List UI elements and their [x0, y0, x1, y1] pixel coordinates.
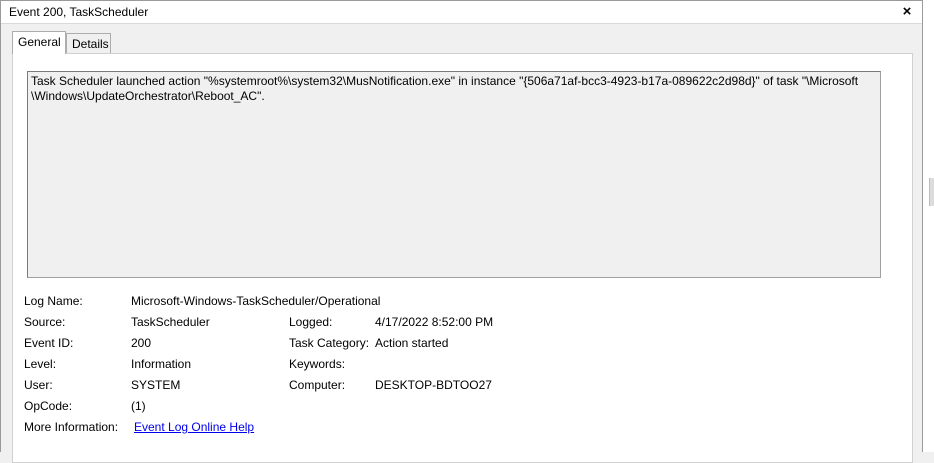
tab-general[interactable]: General [12, 31, 66, 54]
tab-details-label: Details [72, 37, 109, 51]
tab-details[interactable]: Details [66, 33, 111, 53]
task-category-label: Task Category: [289, 336, 370, 350]
tab-general-label: General [18, 35, 61, 49]
event-id-label: Event ID: [24, 336, 74, 350]
event-properties-window: Event 200, TaskScheduler × General Detai… [0, 0, 923, 463]
event-log-online-help-link[interactable]: Event Log Online Help [134, 420, 254, 434]
more-info-label: More Information: [24, 420, 119, 434]
background-scroll-mark [929, 178, 934, 206]
source-label: Source: [24, 315, 66, 329]
source-value: TaskScheduler [131, 315, 210, 329]
window-title: Event 200, TaskScheduler [9, 5, 149, 19]
general-panel: Task Scheduler launched action "%systemr… [12, 53, 913, 463]
computer-label: Computer: [289, 378, 346, 392]
keywords-label: Keywords: [289, 357, 346, 371]
logged-label: Logged: [289, 315, 333, 329]
logged-value: 4/17/2022 8:52:00 PM [375, 315, 494, 329]
title-bar: Event 200, TaskScheduler × [1, 1, 922, 24]
user-value: SYSTEM [131, 378, 181, 392]
background-window-edge [923, 0, 934, 452]
opcode-label: OpCode: [24, 399, 73, 413]
close-icon[interactable]: × [898, 3, 916, 21]
log-name-label: Log Name: [24, 294, 83, 308]
opcode-value: (1) [131, 399, 146, 413]
event-id-value: 200 [131, 336, 152, 350]
level-value: Information [131, 357, 192, 371]
log-name-value: Microsoft-Windows-TaskScheduler/Operatio… [131, 294, 381, 308]
event-description[interactable]: Task Scheduler launched action "%systemr… [27, 71, 881, 278]
user-label: User: [24, 378, 53, 392]
task-category-value: Action started [375, 336, 449, 350]
level-label: Level: [24, 357, 57, 371]
computer-value: DESKTOP-BDTOO27 [375, 378, 492, 392]
